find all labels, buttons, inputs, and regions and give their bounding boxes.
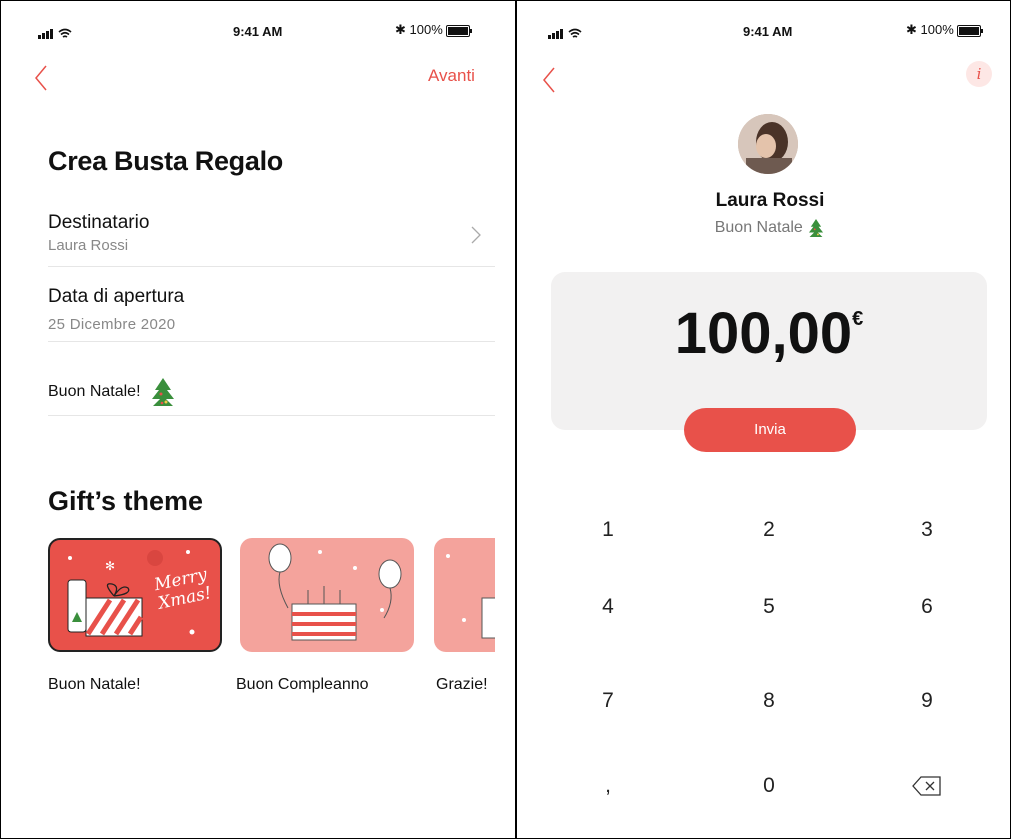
key-4[interactable]: 4 [578, 595, 638, 619]
screen-divider [515, 0, 517, 839]
backspace-icon[interactable] [912, 776, 942, 801]
recipient-label: Destinatario [48, 212, 150, 233]
recipient-value: Laura Rossi [48, 237, 129, 254]
recipient-name: Laura Rossi [715, 190, 825, 211]
key-8[interactable]: 8 [739, 689, 799, 713]
christmas-tree-icon [151, 378, 174, 406]
subtitle-text: Buon Natale [714, 219, 803, 237]
amount-value: 100,00 [674, 301, 853, 366]
theme-label-birthday: Buon Compleanno [236, 676, 369, 693]
theme-label-thanks: Grazie! [436, 676, 488, 693]
theme-label-christmas: Buon Natale! [48, 676, 141, 693]
battery-icon [957, 24, 984, 37]
theme-section-title: Gift’s theme [48, 486, 204, 516]
message-text: Buon Natale! [48, 383, 141, 400]
battery-status: ✱ 100% [395, 22, 473, 38]
key-9[interactable]: 9 [897, 689, 957, 713]
birthday-cake-illustration [268, 543, 402, 641]
key-3[interactable]: 3 [897, 518, 957, 542]
battery-icon [446, 24, 473, 37]
signal-wifi-icon [548, 24, 582, 39]
chevron-right-icon [471, 226, 481, 244]
separator [48, 415, 495, 416]
separator [48, 266, 495, 267]
christmas-tree-icon [809, 219, 824, 237]
back-button[interactable] [542, 66, 556, 99]
theme-card-christmas[interactable]: ✻ Merry Xmas! [48, 538, 222, 652]
key-6[interactable]: 6 [897, 595, 957, 619]
avatar [738, 114, 798, 174]
battery-percentage: 100% [409, 22, 443, 37]
send-button[interactable]: Invia [684, 408, 856, 452]
page-title: Crea Busta Regalo [48, 146, 283, 176]
date-value: 25 Dicembre 2020 [48, 316, 176, 333]
battery-status: ✱ 100% [906, 22, 984, 38]
key-0[interactable]: 0 [739, 774, 799, 798]
back-button[interactable] [34, 64, 48, 98]
key-comma[interactable]: , [578, 774, 638, 798]
key-5[interactable]: 5 [739, 595, 799, 619]
signal-wifi-icon [38, 24, 72, 39]
thanks-illustration [446, 554, 495, 639]
separator [48, 341, 495, 342]
info-icon[interactable]: i [966, 61, 992, 87]
opening-date-row[interactable]: Data di apertura 25 Dicembre 2020 [48, 286, 184, 333]
currency-symbol: € [852, 308, 864, 330]
amount-display: 100,00€ [551, 300, 987, 367]
status-time: 9:41 AM [233, 24, 283, 39]
bluetooth-icon: ✱ [395, 22, 406, 37]
recipient-subtitle: Buon Natale [660, 217, 880, 239]
key-2[interactable]: 2 [739, 518, 799, 542]
svg-text:✻: ✻ [105, 559, 115, 573]
key-7[interactable]: 7 [578, 689, 638, 713]
theme-card-birthday[interactable] [240, 538, 414, 652]
battery-percentage: 100% [920, 22, 954, 37]
theme-card-thanks[interactable] [434, 538, 495, 652]
key-1[interactable]: 1 [578, 518, 638, 542]
message-row[interactable]: Buon Natale! [48, 376, 177, 408]
next-button[interactable]: Avanti [428, 66, 475, 86]
status-time: 9:41 AM [743, 24, 793, 39]
recipient-row[interactable]: Destinatario Laura Rossi [48, 212, 495, 266]
date-label: Data di apertura [48, 286, 185, 307]
bluetooth-icon: ✱ [906, 22, 917, 37]
